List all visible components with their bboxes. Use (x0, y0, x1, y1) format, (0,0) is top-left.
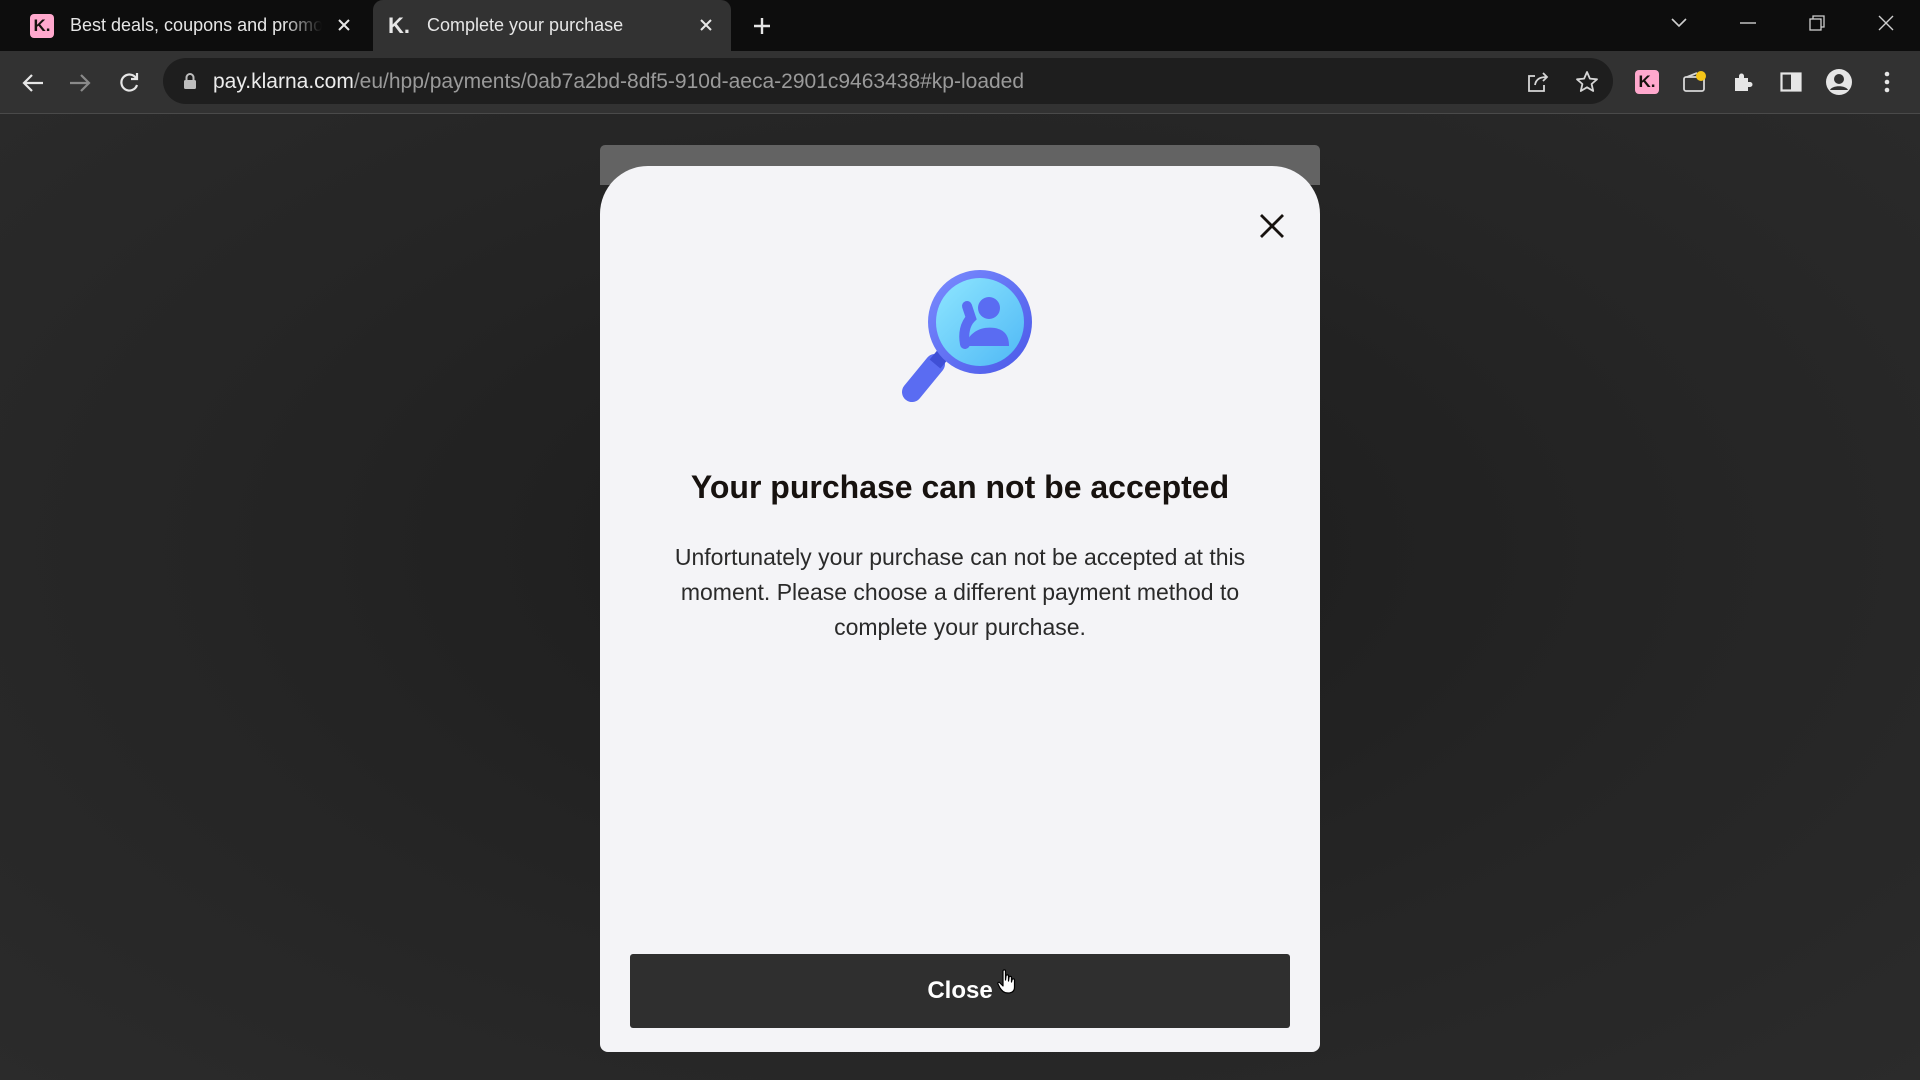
hand-pointer-cursor-icon (997, 969, 1017, 1000)
klarna-favicon-icon: K. (388, 12, 410, 38)
bookmark-star-icon[interactable] (1574, 69, 1600, 95)
tab-title: Best deals, coupons and promo (70, 15, 322, 35)
close-window-button[interactable] (1866, 8, 1906, 38)
browser-toolbar: pay.klarna.com/eu/hpp/payments/0ab7a2bd-… (0, 51, 1920, 114)
klarna-extension-label: K. (1635, 70, 1659, 94)
extensions-puzzle-icon[interactable] (1727, 66, 1759, 98)
purchase-declined-dialog: Your purchase can not be accepted Unfort… (600, 166, 1320, 1052)
share-icon[interactable] (1525, 69, 1551, 95)
close-button[interactable]: Close (630, 954, 1290, 1028)
tab-strip: K. Best deals, coupons and promo K. Comp… (0, 0, 1920, 51)
tab-search-chevron-icon[interactable] (1659, 8, 1699, 38)
url-path: /eu/hpp/payments/0ab7a2bd-8df5-910d-aeca… (353, 70, 1025, 93)
reload-button[interactable] (112, 66, 146, 100)
forward-button[interactable] (63, 66, 97, 100)
tab-title: Complete your purchase (427, 15, 624, 35)
dialog-message: Unfortunately your purchase can not be a… (674, 544, 1246, 640)
klarna-extension-icon[interactable]: K. (1631, 66, 1663, 98)
klarna-favicon-icon: K. (30, 13, 54, 38)
address-bar[interactable]: pay.klarna.com/eu/hpp/payments/0ab7a2bd-… (163, 58, 1613, 104)
back-button[interactable] (16, 66, 50, 100)
wallet-extension-icon[interactable] (1679, 66, 1711, 98)
tab-close-icon[interactable] (695, 14, 717, 36)
url-host: pay.klarna.com (213, 70, 354, 93)
browser-menu-icon[interactable] (1871, 66, 1903, 98)
new-tab-button[interactable] (748, 12, 776, 40)
dialog-title: Your purchase can not be accepted (690, 469, 1230, 505)
page-background: Your purchase can not be accepted Unfort… (0, 114, 1920, 1080)
profile-avatar-icon[interactable] (1823, 66, 1855, 98)
side-panel-icon[interactable] (1775, 66, 1807, 98)
lock-icon[interactable] (183, 72, 197, 95)
tab-best-deals[interactable]: K. Best deals, coupons and promo (14, 0, 369, 51)
minimize-button[interactable] (1728, 8, 1768, 38)
close-icon[interactable] (1254, 208, 1290, 244)
restore-button[interactable] (1797, 8, 1837, 38)
magnifier-person-icon (885, 264, 1035, 419)
tab-complete-purchase[interactable]: K. Complete your purchase (373, 0, 731, 51)
url-text: pay.klarna.com/eu/hpp/payments/0ab7a2bd-… (213, 70, 1024, 94)
tab-close-icon[interactable] (333, 14, 355, 36)
